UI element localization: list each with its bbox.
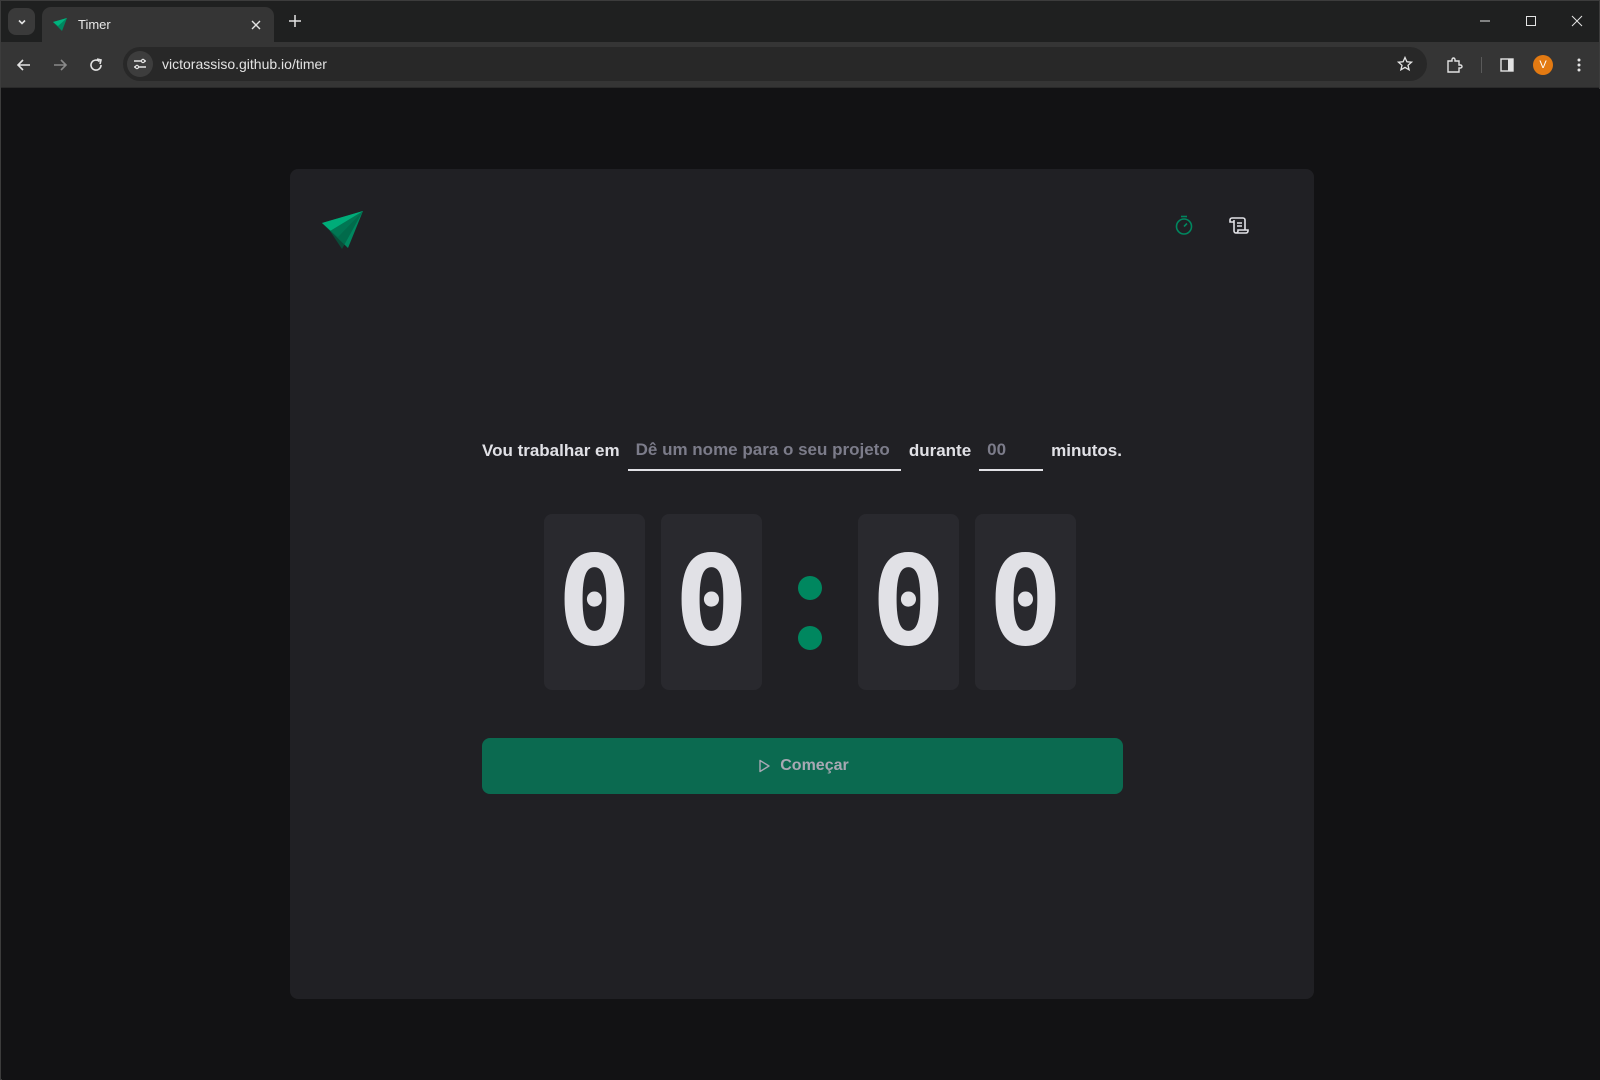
browser-window: Timer victorassiso.github.io/timer V Vou… (0, 0, 1600, 1080)
chevron-down-icon (17, 19, 26, 25)
separator-dot (798, 576, 822, 600)
star-icon (1397, 56, 1413, 72)
minimize-button[interactable] (1472, 9, 1498, 33)
avatar: V (1533, 55, 1553, 75)
maximize-icon (1526, 16, 1536, 26)
tab-title: Timer (78, 17, 111, 32)
site-info-button[interactable] (127, 51, 153, 77)
page-viewport: Vou trabalhar em durante minutos. 0 0 0 … (2, 89, 1600, 1080)
close-window-button[interactable] (1564, 9, 1590, 33)
minutes-amount-input[interactable] (979, 431, 1044, 471)
duration-label: durante (908, 441, 972, 460)
bookmark-button[interactable] (1393, 52, 1417, 76)
tune-icon (134, 58, 146, 70)
browser-toolbar: victorassiso.github.io/timer V (1, 42, 1599, 88)
task-input[interactable] (627, 431, 901, 471)
new-cycle-form: Vou trabalhar em durante minutos. (482, 431, 1122, 471)
tab-close-button[interactable] (248, 17, 264, 33)
arrow-left-icon (16, 59, 30, 71)
side-panel-button[interactable] (1495, 53, 1519, 77)
close-icon (1571, 15, 1583, 27)
new-tab-button[interactable] (285, 11, 305, 31)
minutes-tens-digit: 0 (544, 514, 645, 690)
scroll-icon (1229, 217, 1249, 234)
address-bar[interactable]: victorassiso.github.io/timer (123, 47, 1427, 81)
tab-strip: Timer (1, 1, 1599, 42)
forward-button[interactable] (48, 53, 72, 77)
separator-dot (798, 626, 822, 650)
browser-menu-button[interactable] (1567, 53, 1591, 77)
reload-icon (90, 58, 102, 71)
toolbar-divider (1481, 57, 1482, 73)
timer-icon (1175, 215, 1193, 235)
countdown-separator (778, 514, 842, 690)
close-icon (251, 20, 261, 29)
reload-button[interactable] (84, 53, 108, 77)
url-text: victorassiso.github.io/timer (162, 56, 327, 72)
ignite-triangle-logo (322, 211, 363, 249)
seconds-tens-digit: 0 (858, 514, 959, 690)
nav-timer-link[interactable] (1170, 211, 1198, 239)
start-button-label: Começar (780, 757, 849, 774)
back-button[interactable] (12, 53, 36, 77)
more-vertical-icon (1577, 58, 1581, 72)
countdown: 0 0 0 0 (544, 514, 1076, 690)
seconds-ones-digit: 0 (975, 514, 1076, 690)
maximize-button[interactable] (1518, 9, 1544, 33)
plus-icon (289, 15, 301, 27)
ignite-favicon-icon (53, 17, 67, 31)
start-countdown-button[interactable]: Começar (482, 738, 1123, 794)
minutes-ones-digit: 0 (661, 514, 762, 690)
browser-tab[interactable]: Timer (42, 7, 274, 42)
profile-button[interactable]: V (1531, 53, 1555, 77)
puzzle-icon (1447, 57, 1463, 73)
side-panel-icon (1500, 58, 1514, 72)
task-label: Vou trabalhar em (482, 441, 620, 460)
app-card: Vou trabalhar em durante minutos. 0 0 0 … (290, 169, 1314, 999)
tab-search-button[interactable] (8, 8, 35, 35)
nav-history-link[interactable] (1224, 211, 1252, 239)
extensions-button[interactable] (1442, 53, 1466, 77)
play-icon (759, 759, 770, 773)
arrow-right-icon (54, 59, 68, 71)
minutes-suffix: minutos. (1051, 441, 1122, 460)
minimize-icon (1480, 20, 1490, 22)
